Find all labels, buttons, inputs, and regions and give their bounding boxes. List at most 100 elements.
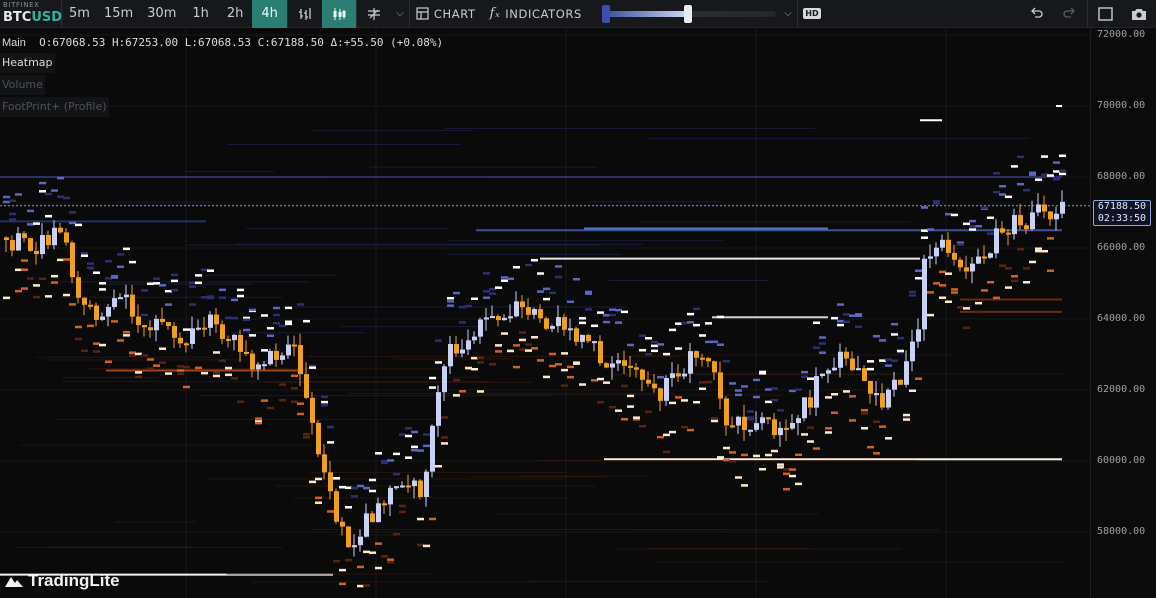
candle-body: [34, 250, 39, 255]
heatmap-dot: [117, 265, 124, 269]
timeframe-15m[interactable]: 15m: [97, 0, 140, 28]
last-price-label: 67188.50 02:33:50: [1093, 200, 1151, 226]
heatmap-dot: [777, 463, 784, 466]
heatmap-dot: [627, 343, 634, 347]
heatmap-dot: [117, 339, 124, 342]
candle-body: [1054, 213, 1059, 220]
heatmap-dot: [531, 258, 538, 262]
heatmap-dot: [153, 277, 160, 280]
heatmap-dot: [237, 294, 244, 298]
bars-chart-icon[interactable]: [288, 0, 322, 28]
last-price: 67188.50: [1097, 201, 1147, 212]
chevron-down-icon[interactable]: ⌵: [391, 0, 409, 28]
heatmap-dot: [651, 344, 658, 348]
candle-body: [478, 319, 483, 337]
heatmap-dot: [1053, 170, 1060, 173]
heatmap-dot: [843, 313, 850, 316]
heatmap-dot: [945, 300, 952, 304]
candle-body: [10, 240, 15, 251]
heatmap-dot: [405, 456, 412, 459]
candle-body: [406, 485, 411, 488]
heatmap-dot: [549, 291, 556, 295]
chevron-down-icon[interactable]: ⌵: [779, 0, 797, 28]
fullscreen-icon[interactable]: [1088, 0, 1122, 28]
heatmap-dot: [183, 385, 190, 389]
heatmap-dot: [915, 377, 922, 380]
slider-handle-max[interactable]: [683, 4, 692, 23]
heatmap-dot: [975, 301, 982, 305]
hd-toggle[interactable]: HD: [798, 0, 826, 28]
study-footprint[interactable]: FootPrint+ (Profile): [0, 97, 109, 117]
heatmap-range-slider[interactable]: [601, 0, 779, 28]
heatmap-dot: [537, 290, 544, 293]
heatmap-dot: [339, 568, 346, 572]
heatmap-dot: [207, 295, 214, 298]
heatmap-dot: [303, 436, 310, 439]
candle-body: [682, 373, 687, 377]
series-name[interactable]: Main: [2, 37, 26, 49]
heatmap-dot: [585, 292, 592, 295]
heatmap-dot: [885, 364, 892, 367]
candle-body: [802, 397, 807, 419]
heatmap-dot: [615, 409, 622, 412]
heatmap-dot: [333, 559, 340, 563]
candle-body: [460, 349, 465, 354]
heatmap-dot: [435, 361, 442, 364]
heatmap-dot: [483, 290, 490, 293]
heatmap-dot: [885, 437, 892, 440]
heatmap-candles-svg[interactable]: [0, 28, 1090, 598]
candles-chart-icon[interactable]: [321, 0, 356, 28]
heatmap-dot: [789, 474, 796, 478]
heatmap-dot: [609, 308, 616, 311]
heatmap-dot: [1041, 173, 1048, 176]
redo-icon[interactable]: [1053, 0, 1087, 28]
candle-body: [634, 367, 639, 370]
heatmap-dot: [369, 551, 376, 554]
candle-body: [538, 309, 543, 319]
heatmap-dot: [867, 360, 874, 363]
chart-button[interactable]: CHART: [410, 0, 484, 28]
price-axis[interactable]: 72000.00 70000.00 68000.00 66000.00 6400…: [1090, 28, 1156, 598]
heatmap-dot: [639, 349, 646, 352]
heatmap-dot: [93, 271, 100, 274]
candle-body: [310, 397, 315, 423]
heatmap-dot: [477, 390, 484, 393]
camera-icon[interactable]: [1122, 0, 1156, 28]
heatmap-dot: [213, 374, 220, 378]
heatmap-dot: [165, 372, 172, 375]
heatmap-dot: [63, 258, 70, 261]
heatmap-dot: [927, 291, 934, 294]
symbol-selector[interactable]: BITFINEX BTCUSD: [0, 0, 62, 28]
slider-handle-min[interactable]: [601, 4, 610, 23]
study-heatmap[interactable]: Heatmap: [0, 53, 55, 73]
price-chart[interactable]: [0, 28, 1090, 598]
heatmap-dot: [873, 452, 880, 455]
heatmap-dot: [819, 336, 826, 339]
heatmap-dot: [231, 298, 238, 302]
heatmap-dot: [813, 346, 820, 349]
heatmap-dot: [357, 484, 364, 488]
candle-body: [928, 256, 933, 259]
heatmap-dot: [879, 359, 886, 362]
timeframe-5m[interactable]: 5m: [62, 0, 97, 28]
symbol-quote: USD: [31, 9, 63, 25]
candle-body: [742, 416, 747, 431]
heatmap-dot: [723, 446, 730, 450]
timeframe-2h[interactable]: 2h: [218, 0, 253, 28]
heatmap-dot: [357, 584, 364, 588]
heatmap-dot: [687, 321, 694, 324]
heatmap-dot: [69, 211, 76, 214]
heatmap-dot: [165, 289, 172, 293]
timeframe-1h[interactable]: 1h: [183, 0, 218, 28]
timeframe-30m[interactable]: 30m: [140, 0, 183, 28]
heatmap-dot: [729, 460, 736, 463]
drawing-tools-icon[interactable]: [357, 0, 391, 28]
heatmap-dot: [741, 484, 748, 487]
heatmap-dot: [1011, 165, 1018, 168]
price-tick: 72000.00: [1097, 29, 1146, 40]
timeframe-4h[interactable]: 4h: [252, 0, 287, 28]
study-volume[interactable]: Volume: [0, 75, 45, 95]
indicators-button[interactable]: fₓ INDICATORS: [484, 0, 590, 28]
undo-icon[interactable]: [1019, 0, 1053, 28]
candle-body: [430, 425, 435, 472]
